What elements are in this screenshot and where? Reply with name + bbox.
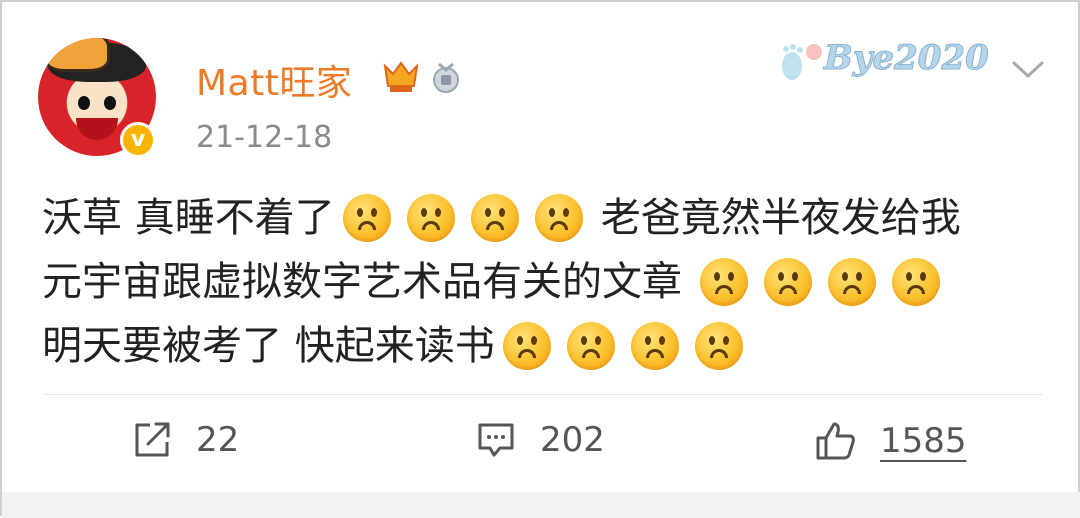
content-line: 明天要被考了 快起来读书 [42, 314, 1052, 378]
comment-button[interactable]: 202 [476, 420, 605, 460]
divider [42, 394, 1042, 395]
avatar-mouth [76, 118, 118, 140]
like-count: 1585 [880, 421, 967, 461]
comment-icon [478, 423, 514, 457]
upside-down-face-emoji-icon [406, 194, 455, 242]
upside-down-face-emoji-icon [828, 258, 876, 306]
like-button[interactable]: 1585 [814, 420, 967, 462]
content-text: 明天要被考了 快起来读书 [42, 323, 495, 369]
vip-crown-badge-icon[interactable] [382, 60, 420, 94]
verified-v-icon: v [120, 122, 156, 158]
action-bar: 22 202 1585 [2, 402, 1080, 488]
username[interactable]: Matt旺家 [196, 54, 352, 106]
upside-down-face-emoji-icon [502, 322, 551, 370]
repost-count: 22 [196, 420, 240, 460]
upside-down-face-emoji-icon [630, 322, 679, 370]
upside-down-face-emoji-icon [534, 194, 583, 242]
chevron-down-icon[interactable] [1010, 54, 1046, 84]
avatar-eye-right [104, 96, 116, 110]
avatar-tiger-hat [44, 38, 110, 72]
thumbs-up-icon [816, 422, 855, 460]
weibo-post-card: v Matt旺家 21-12-18 Bye2020 沃草 真睡不着了 老爸竟然半… [0, 0, 1080, 518]
baby-feet-icon [782, 44, 822, 80]
content-line: 元宇宙跟虚拟数字艺术品有关的文章 [42, 250, 1052, 314]
upside-down-face-emoji-icon [892, 258, 940, 306]
answer-medal-icon[interactable] [430, 62, 462, 94]
upside-down-face-emoji-icon [694, 322, 743, 370]
content-text: 元宇宙跟虚拟数字艺术品有关的文章 [42, 259, 682, 305]
content-text: 沃草 真睡不着了 [42, 195, 335, 241]
content-text: 老爸竟然半夜发给我 [600, 195, 961, 241]
avatar-eye-left [78, 96, 90, 110]
repost-button[interactable]: 22 [132, 420, 239, 460]
repost-icon [135, 422, 170, 457]
upside-down-face-emoji-icon [470, 194, 519, 242]
footer-separator [2, 492, 1080, 518]
sticker-text: Bye2020 [824, 38, 990, 79]
upside-down-face-emoji-icon [764, 258, 812, 306]
upside-down-face-emoji-icon [700, 258, 748, 306]
upside-down-face-emoji-icon [342, 194, 391, 242]
post-timestamp: 21-12-18 [196, 120, 333, 155]
upside-down-face-emoji-icon [566, 322, 615, 370]
post-content: 沃草 真睡不着了 老爸竟然半夜发给我 元宇宙跟虚拟数字艺术品有关的文章 明天要被… [42, 186, 1052, 378]
content-line: 沃草 真睡不着了 老爸竟然半夜发给我 [42, 186, 1052, 250]
comment-count: 202 [540, 420, 605, 460]
bye2020-sticker: Bye2020 [774, 32, 1014, 92]
